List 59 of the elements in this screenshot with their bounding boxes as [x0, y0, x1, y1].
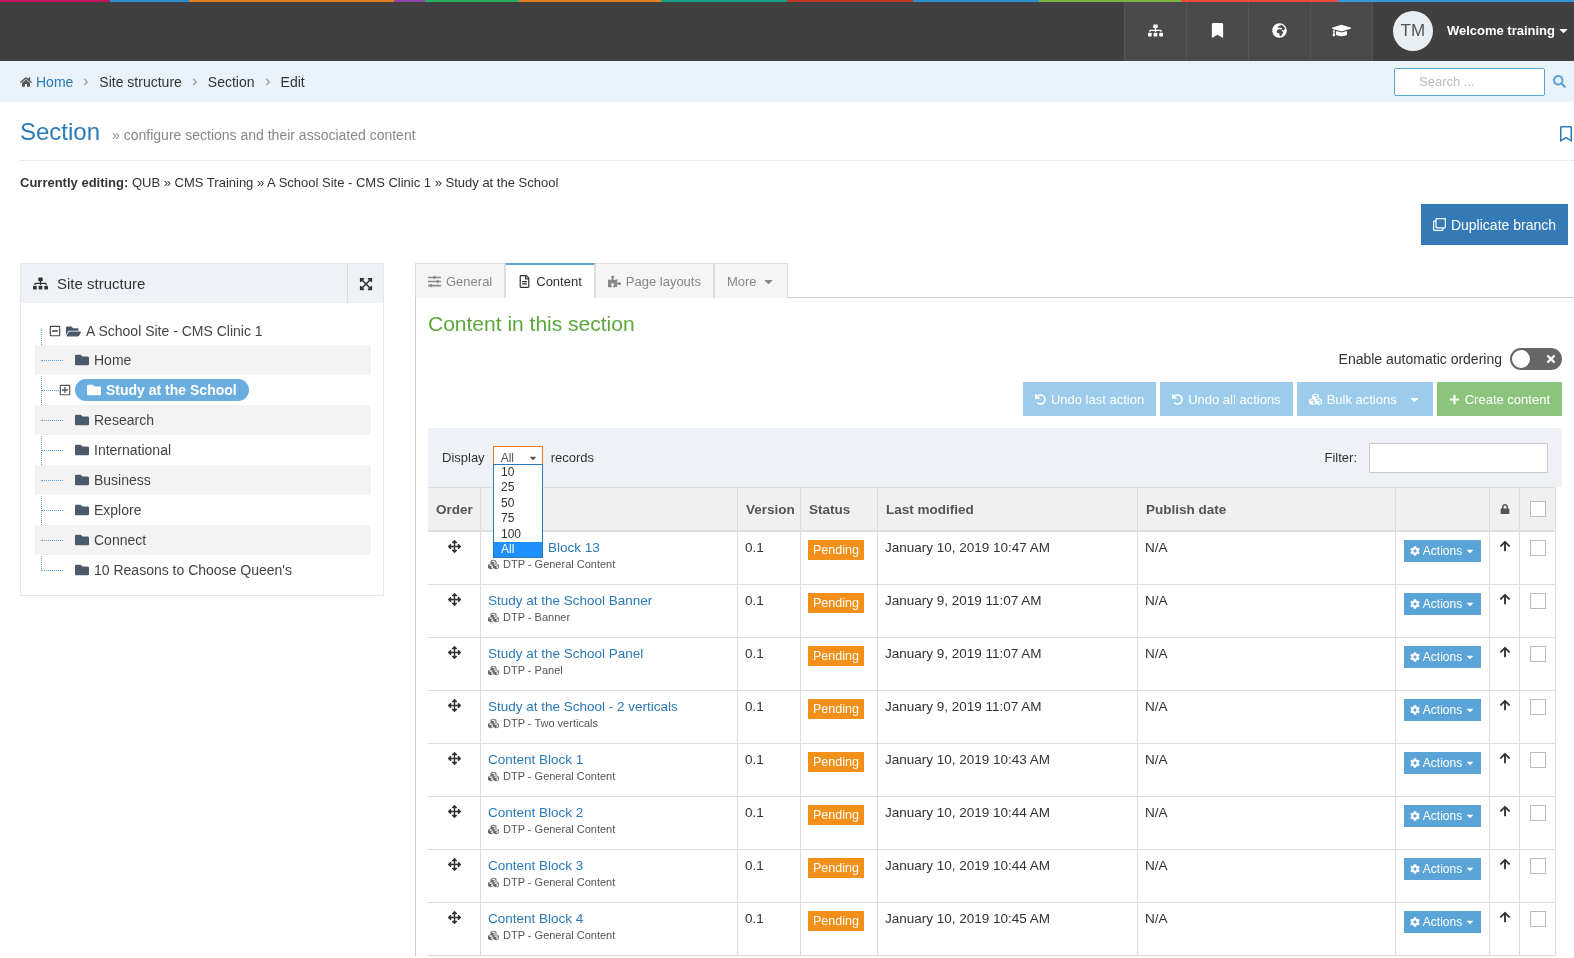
welcome-text: Welcome training — [1446, 23, 1555, 38]
filter-label: Filter: — [1324, 450, 1357, 465]
table-cell: 0.1 — [738, 691, 801, 744]
table-cell: 0.1 — [738, 585, 801, 638]
content-type: DTP - General Content — [488, 876, 730, 888]
table-cell: January 9, 2019 11:07 AM — [878, 691, 1138, 744]
status-badge: Pending — [808, 699, 864, 719]
content-type: DTP - General Content — [488, 770, 730, 782]
status-badge: Pending — [808, 593, 864, 613]
avatar: TM — [1392, 10, 1433, 51]
table-cell: 0.1 — [738, 903, 801, 956]
content-type: DTP - Two verticals — [488, 717, 730, 729]
table-cell: N/A — [1138, 585, 1396, 638]
table-cell: 0.1 — [738, 797, 801, 850]
table-cell: January 9, 2019 11:07 AM — [878, 585, 1138, 638]
content-type: DTP - Banner — [488, 611, 730, 623]
status-badge: Pending — [808, 646, 864, 666]
status-badge: Pending — [808, 540, 864, 560]
status-badge: Pending — [808, 805, 864, 825]
table-cell: January 10, 2019 10:47 AM — [878, 532, 1138, 585]
content-type: DTP - General Content — [488, 558, 730, 570]
column-header: Version — [738, 487, 801, 532]
table-cell: January 10, 2019 10:44 AM — [878, 850, 1138, 903]
column-header: Order — [428, 487, 481, 532]
column-header: Status — [801, 487, 878, 532]
breadcrumb-item: Site structure — [99, 73, 182, 90]
status-badge: Pending — [808, 911, 864, 931]
table-cell: N/A — [1138, 850, 1396, 903]
section-heading: Content in this section — [428, 312, 636, 336]
status-badge: Pending — [808, 752, 864, 772]
table-cell: January 10, 2019 10:44 AM — [878, 797, 1138, 850]
breadcrumb-item: Section — [207, 73, 255, 90]
panel-title: Site structure — [57, 275, 147, 292]
table-cell: N/A — [1138, 532, 1396, 585]
table-cell: N/A — [1138, 691, 1396, 744]
table-cell: 0.1 — [738, 532, 801, 585]
column-header: Publish date — [1138, 487, 1396, 532]
breadcrumb-item: Edit — [280, 73, 305, 90]
table-cell: N/A — [1138, 638, 1396, 691]
content-type: DTP - Panel — [488, 664, 730, 676]
display-label: Display — [442, 450, 485, 465]
table-cell: N/A — [1138, 744, 1396, 797]
table-cell: N/A — [1138, 797, 1396, 850]
toggle-label: Enable automatic ordering — [1338, 351, 1502, 367]
table-cell: January 9, 2019 11:07 AM — [878, 638, 1138, 691]
table-cell: 0.1 — [738, 850, 801, 903]
records-label: records — [550, 450, 594, 465]
content-type: DTP - General Content — [488, 929, 730, 941]
table-cell: 0.1 — [738, 744, 801, 797]
table-cell: January 10, 2019 10:43 AM — [878, 744, 1138, 797]
table-cell: N/A — [1138, 903, 1396, 956]
table-cell: 0.1 — [738, 638, 801, 691]
page-title: Section — [20, 118, 101, 146]
editing-path: Currently editing: QUB » CMS Training » A School Site - CMS Clinic 1 » Study at the School — [19, 174, 560, 192]
content-type: DTP - General Content — [488, 823, 730, 835]
page-subtitle: » configure sections and their associated content — [112, 127, 416, 143]
status-badge: Pending — [808, 858, 864, 878]
column-header: Last modified — [878, 487, 1138, 532]
table-cell: January 10, 2019 10:45 AM — [878, 903, 1138, 956]
